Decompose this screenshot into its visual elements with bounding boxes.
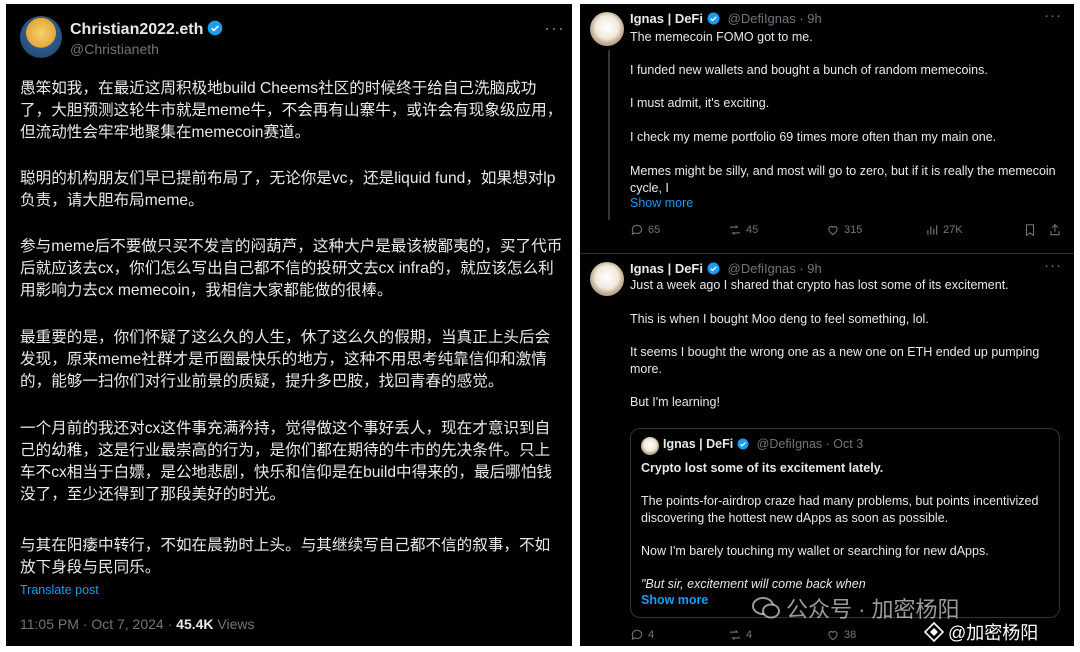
tweet-paragraph: 聪明的机构朋友们早已提前布局了，无论你是vc，还是liquid fund，如果想… — [20, 170, 556, 209]
author-handle[interactable]: @DefiIgnas — [728, 11, 796, 26]
diamond-logo-icon — [924, 622, 944, 642]
repost-button[interactable]: 4 — [728, 628, 752, 642]
avatar[interactable] — [590, 262, 624, 296]
verified-badge-icon — [707, 12, 720, 25]
tweet-line: Just a week ago I shared that crypto has… — [630, 278, 1009, 292]
avatar[interactable] — [20, 16, 62, 58]
reply-count: 4 — [648, 629, 655, 641]
analytics-icon — [927, 225, 938, 235]
author-name[interactable]: Christian2022.eth — [70, 20, 223, 39]
show-more-link[interactable]: Show more — [630, 196, 693, 210]
tweet-line: But I'm learning! — [630, 395, 720, 409]
thread-line — [608, 50, 610, 220]
bookmark-icon — [1025, 224, 1035, 237]
repost-button[interactable]: 45 — [728, 223, 758, 237]
author-handle[interactable]: @Christianeth — [70, 41, 159, 57]
divider — [580, 253, 1074, 254]
reply-icon — [631, 629, 643, 641]
tweet-paragraph: 与其在阳痿中转行，不如在晨勃时上头。与其继续写自己都不信的叙事，不如放下身段与民… — [20, 537, 551, 576]
quote-author-handle: @DefiIgnas — [756, 437, 823, 451]
translate-post-link[interactable]: Translate post — [20, 583, 99, 597]
quoted-tweet[interactable]: Ignas | DeFi @DefiIgnas · Oct 3 Crypto l… — [630, 428, 1060, 618]
quote-author-name: Ignas | DeFi @DefiIgnas · Oct 3 — [663, 437, 864, 451]
tweet-line: Memes might be silly, and most will go t… — [630, 164, 1056, 195]
verified-badge-icon — [737, 438, 749, 450]
views-count: 45.4K — [176, 616, 214, 632]
repost-count: 45 — [746, 224, 759, 236]
wechat-icon — [752, 597, 780, 619]
like-button[interactable]: 315 — [826, 223, 862, 237]
watermark-handle: @加密杨阳 — [924, 619, 1038, 645]
like-button[interactable]: 38 — [826, 628, 856, 642]
verified-badge-icon — [707, 262, 720, 275]
repost-count: 4 — [746, 629, 753, 641]
author-name[interactable]: Ignas | DeFi @DefiIgnas · 9h — [630, 11, 822, 26]
views-label: Views — [213, 616, 255, 632]
repost-icon — [730, 629, 740, 641]
tweet-paragraph: 最重要的是，你们怀疑了这么久的人生，休了这么久的假期，当真正上头后会发现，原来m… — [20, 329, 551, 390]
more-options-icon[interactable]: ··· — [1044, 257, 1062, 274]
quote-line: Now I'm barely touching my wallet or sea… — [641, 544, 989, 558]
tweet-paragraph: 一个月前的我还对cx这件事充满矜持，觉得做这个事好丢人，现在才意识到自己的幼稚，… — [20, 420, 552, 503]
left-tweet-panel: Christian2022.eth @Christianeth ··· 愚笨如我… — [6, 4, 572, 646]
view-count: 27K — [943, 224, 963, 236]
more-options-icon[interactable]: ··· — [544, 18, 565, 39]
views-button[interactable]: 27K — [925, 223, 963, 237]
show-more-link[interactable]: Show more — [641, 593, 708, 607]
reply-button[interactable]: 65 — [630, 223, 660, 237]
quote-time: · Oct 3 — [822, 437, 864, 451]
heart-icon — [828, 631, 838, 641]
avatar[interactable] — [590, 12, 624, 46]
tweet-actions: 65 45 315 27K — [630, 223, 1060, 241]
reply-count: 65 — [648, 224, 661, 236]
tweet-line: It seems I bought the wrong one as a new… — [630, 345, 1040, 376]
quote-line: "But sir, excitement will come back when — [641, 577, 866, 591]
tweet-line: I funded new wallets and bought a bunch … — [630, 63, 988, 77]
post-time[interactable]: · 9h — [796, 11, 821, 26]
tweet-line: The memecoin FOMO got to me. — [630, 30, 813, 44]
repost-icon — [730, 224, 740, 236]
heart-icon — [828, 226, 838, 236]
reply-button[interactable]: 4 — [630, 628, 654, 642]
more-options-icon[interactable]: ··· — [1044, 7, 1062, 24]
like-count: 38 — [844, 629, 857, 641]
author-name[interactable]: Ignas | DeFi @DefiIgnas · 9h — [630, 261, 822, 276]
tweet-paragraph: 愚笨如我，在最近这周积极地build Cheems社区的时候终于给自己洗脑成功了… — [20, 80, 563, 141]
verified-badge-icon — [208, 20, 223, 36]
share-icon — [1050, 224, 1060, 236]
tweet-line: I must admit, it's exciting. — [630, 96, 770, 110]
avatar — [641, 437, 659, 455]
tweet-paragraph: 参与meme后不要做只买不发言的闷葫芦，这种大户是最该被鄙夷的，买了代币后就应该… — [20, 238, 563, 299]
post-time[interactable]: · 9h — [796, 261, 821, 276]
tweet-line: This is when I bought Moo deng to feel s… — [630, 312, 929, 326]
tweet-line: I check my meme portfolio 69 times more … — [630, 130, 997, 144]
tweet-meta: 11:05 PM · Oct 7, 2024 · 45.4K Views — [20, 616, 255, 632]
reply-icon — [631, 224, 643, 236]
quote-title: Crypto lost some of its excitement latel… — [641, 461, 884, 475]
share-button[interactable] — [1048, 223, 1062, 237]
quote-line: The points-for-airdrop craze had many pr… — [641, 494, 1039, 525]
right-tweets-panel: Ignas | DeFi @DefiIgnas · 9h ··· The mem… — [580, 4, 1074, 646]
author-handle[interactable]: @DefiIgnas — [728, 261, 796, 276]
timestamp[interactable]: 11:05 PM · Oct 7, 2024 · — [20, 616, 176, 632]
bookmark-button[interactable] — [1023, 223, 1037, 237]
like-count: 315 — [844, 224, 863, 236]
